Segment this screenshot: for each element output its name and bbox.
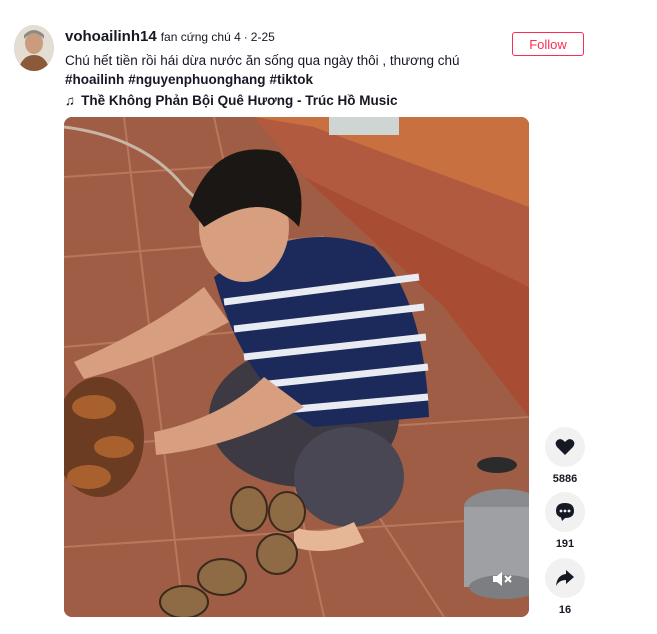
- follow-button[interactable]: Follow: [512, 32, 584, 56]
- mute-button[interactable]: [489, 568, 515, 590]
- comment-icon: [556, 503, 574, 521]
- music-link[interactable]: ♫ Thề Không Phản Bội Quê Hương - Trúc Hồ…: [65, 93, 495, 108]
- like-button[interactable]: [545, 427, 585, 467]
- music-note-icon: ♫: [65, 93, 76, 108]
- post-caption: Chú hết tiền rồi hái dừa nước ăn sống qu…: [65, 53, 460, 68]
- share-count: 16: [558, 604, 572, 616]
- avatar[interactable]: [14, 25, 54, 71]
- hashtag-link[interactable]: #tiktok: [270, 72, 314, 87]
- separator-dot: ·: [243, 30, 248, 44]
- hashtag-list: #hoailinh #nguyenphuonghang #tiktok: [65, 70, 495, 89]
- comment-action: 191: [544, 492, 586, 550]
- share-button[interactable]: [545, 558, 585, 598]
- video-frame: [64, 117, 529, 617]
- like-action: 5886: [544, 427, 586, 485]
- post-header: vohoailinh14 fan cứng chú 4 · 2-25 Chú h…: [65, 28, 495, 108]
- hashtag-link[interactable]: #nguyenphuonghang: [128, 72, 265, 87]
- share-icon: [556, 570, 574, 586]
- nickname: fan cứng chú 4: [160, 30, 241, 44]
- heart-icon: [555, 439, 575, 455]
- author-row: vohoailinh14 fan cứng chú 4 · 2-25: [65, 28, 495, 45]
- video-player[interactable]: [64, 117, 529, 617]
- music-title: Thề Không Phản Bội Quê Hương - Trúc Hồ M…: [81, 93, 398, 108]
- comment-button[interactable]: [545, 492, 585, 532]
- muted-speaker-icon: [493, 572, 512, 586]
- hashtag-link[interactable]: #hoailinh: [65, 72, 124, 87]
- comment-count: 191: [555, 538, 575, 550]
- username-link[interactable]: vohoailinh14: [65, 28, 157, 45]
- like-count: 5886: [552, 473, 578, 485]
- post-date: 2-25: [250, 30, 275, 44]
- share-action: 16: [544, 558, 586, 616]
